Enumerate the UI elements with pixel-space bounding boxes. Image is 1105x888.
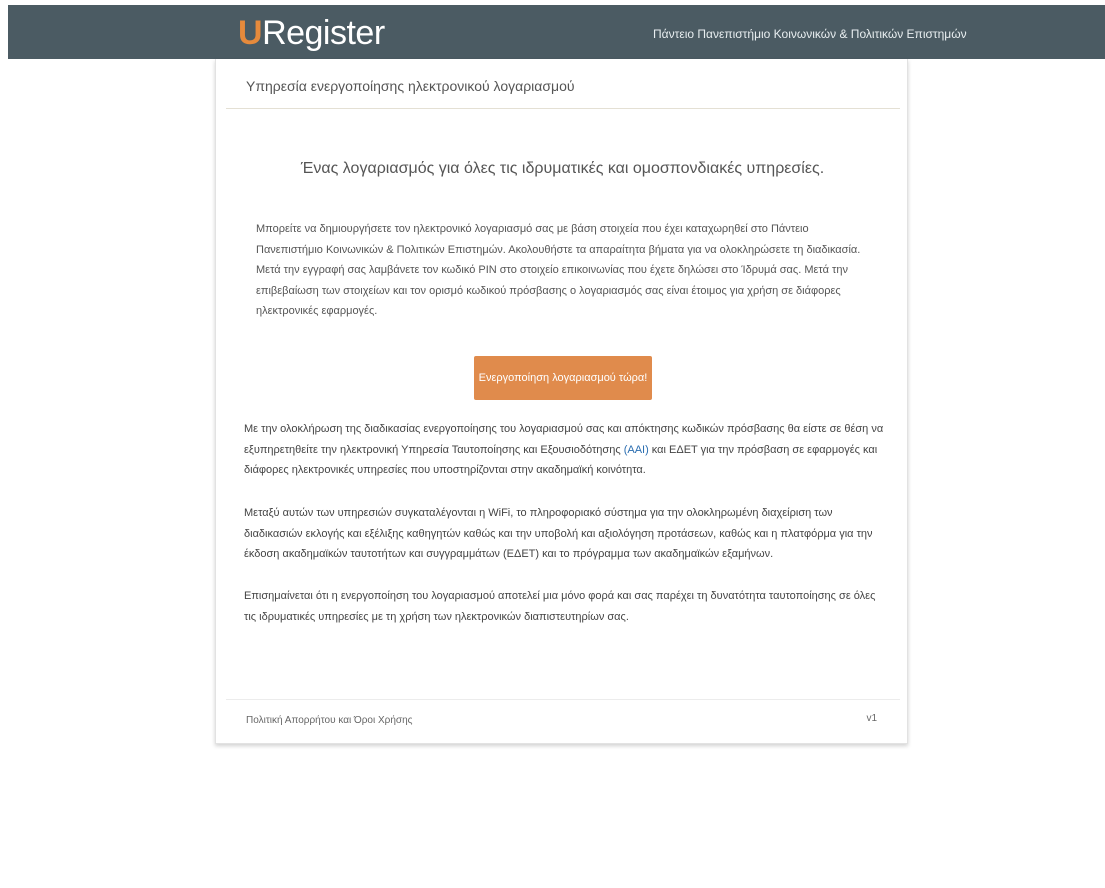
tagline-heading: Ένας λογαριασμός για όλες τις ιδρυματικέ… xyxy=(300,160,825,177)
intro-paragraph: Μπορείτε να δημιουργήσετε τον ηλεκτρονικ… xyxy=(256,223,861,317)
brand-initial: U xyxy=(238,14,263,52)
institution-name: Πάντειο Πανεπιστήμιο Κοινωνικών & Πολιτι… xyxy=(653,27,967,41)
brand-name: Register xyxy=(262,14,385,52)
activate-account-button[interactable]: Ενεργοποίηση λογαριασμού τώρα! xyxy=(474,356,652,400)
footer-divider xyxy=(226,699,900,700)
page-title: Υπηρεσία ενεργοποίησης ηλεκτρονικού λογα… xyxy=(246,78,575,94)
aai-link[interactable]: (ΑΑΙ) xyxy=(624,444,649,456)
card-header: Υπηρεσία ενεργοποίησης ηλεκτρονικού λογα… xyxy=(226,59,900,109)
top-navbar: URegister Πάντειο Πανεπιστήμιο Κοινωνικώ… xyxy=(8,5,1105,59)
info-paragraph-1: Με την ολοκλήρωση της διαδικασίας ενεργο… xyxy=(244,419,889,481)
info-paragraph-3: Επισημαίνεται ότι η ενεργοποίηση του λογ… xyxy=(244,590,876,623)
main-card: Υπηρεσία ενεργοποίησης ηλεκτρονικού λογα… xyxy=(215,59,908,744)
brand-logo[interactable]: URegister xyxy=(238,13,385,53)
info-paragraph-2: Μεταξύ αυτών των υπηρεσιών συγκαταλέγοντ… xyxy=(244,507,873,560)
version-label: v1 xyxy=(866,713,877,724)
privacy-terms-link[interactable]: Πολιτική Απορρήτου και Όροι Χρήσης xyxy=(246,715,412,726)
